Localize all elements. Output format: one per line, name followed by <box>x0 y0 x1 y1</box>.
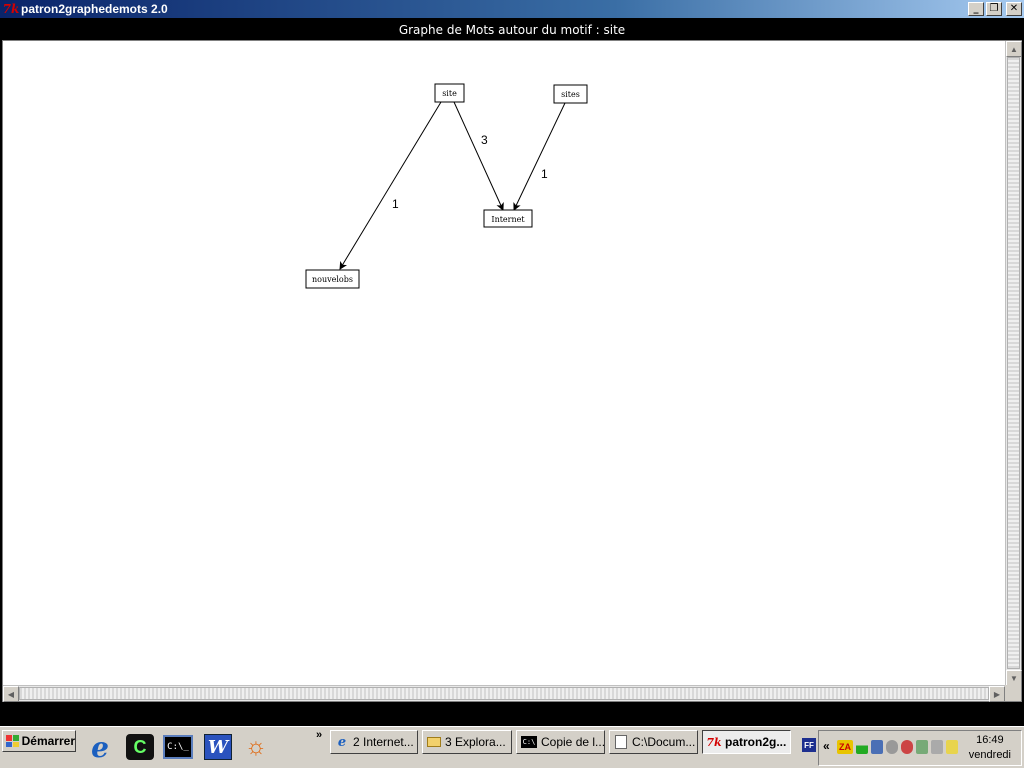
c-app-icon[interactable]: C <box>124 731 156 763</box>
node-site[interactable]: site <box>434 83 465 103</box>
maximize-button[interactable]: ❐ <box>986 2 1002 16</box>
zonealarm-icon[interactable]: ZA <box>837 740 853 754</box>
clock-time: 16:49 <box>976 734 1004 746</box>
windows-logo-icon <box>6 735 19 747</box>
edge-weight-label: 3 <box>481 133 488 147</box>
task-label: 3 Explora... <box>445 735 506 749</box>
graph-header: Graphe de Mots autour du motif : site <box>0 18 1024 40</box>
update-icon[interactable] <box>916 740 928 754</box>
pencil-icon[interactable] <box>946 740 958 754</box>
word-icon[interactable]: W <box>202 731 234 763</box>
graph-canvas[interactable]: 1 3 1 site sites Internet nouvelobs ▲ ▼ … <box>2 40 1022 702</box>
minimize-button[interactable]: _ <box>968 2 984 16</box>
task-label: Copie de l... <box>541 735 605 749</box>
tk-app-icon[interactable]: 7k <box>3 1 20 17</box>
scroll-left-icon[interactable]: ◀ <box>3 686 19 702</box>
folder-icon <box>427 735 441 749</box>
node-label: Internet <box>491 215 525 224</box>
ie-icon: e <box>337 734 347 750</box>
task-explorer[interactable]: 3 Explora... ▼ <box>422 730 512 754</box>
scroll-right-icon[interactable]: ▶ <box>989 686 1005 702</box>
network-icon[interactable] <box>871 740 883 754</box>
edge-sites-internet: 1 <box>513 102 566 211</box>
system-tray: « ZA 16:49 vendredi <box>818 730 1022 766</box>
scroll-up-icon[interactable]: ▲ <box>1006 41 1022 57</box>
vertical-scrollbar[interactable]: ▲ ▼ <box>1005 41 1022 686</box>
horizontal-scrollbar[interactable]: ◀ ▶ <box>3 685 1005 702</box>
clock[interactable]: 16:49 vendredi <box>969 733 1011 763</box>
chevron-down-icon: ▼ <box>510 739 511 746</box>
task-patron2g[interactable]: 7k patron2g... <box>702 730 791 754</box>
command-prompt-icon[interactable]: C:\_ <box>162 731 194 763</box>
window-title: patron2graphedemots 2.0 <box>21 2 168 16</box>
tray-expand-icon[interactable]: « <box>823 739 830 753</box>
task-label: patron2g... <box>725 735 787 749</box>
scroll-down-icon[interactable]: ▼ <box>1006 670 1022 686</box>
node-nouvelobs[interactable]: nouvelobs <box>305 269 360 289</box>
clock-day: vendredi <box>968 749 1011 761</box>
task-label: 2 Internet... <box>353 735 414 749</box>
quick-launch-more-icon[interactable]: » <box>316 729 322 741</box>
window-controls: _ ❐ ✕ <box>968 2 1022 16</box>
node-label: site <box>442 89 457 98</box>
start-label: Démarrer <box>21 734 75 748</box>
notepad-icon <box>614 735 628 749</box>
eye-app-icon[interactable]: ☼ <box>240 731 272 763</box>
signal-icon[interactable] <box>856 740 868 754</box>
internet-explorer-icon[interactable]: e <box>84 731 116 764</box>
start-button[interactable]: Démarrer <box>2 730 76 752</box>
node-label: nouvelobs <box>312 275 353 284</box>
task-documents[interactable]: C:\Docum... <box>609 730 698 754</box>
task-label: C:\Docum... <box>632 735 696 749</box>
tk-icon: 7k <box>706 735 722 749</box>
edge-site-nouvelobs: 1 <box>339 101 442 270</box>
horizontal-scroll-thumb[interactable] <box>19 687 989 700</box>
vertical-scroll-thumb[interactable] <box>1007 57 1020 669</box>
cmd-icon: C:\ <box>521 736 537 748</box>
ff-icon[interactable]: FF <box>802 738 816 752</box>
tray-icons: ZA <box>837 740 958 754</box>
volume-icon[interactable] <box>886 740 898 754</box>
taskbar: Démarrer e C C:\_ W ☼ » e 2 Internet... … <box>0 726 1024 768</box>
edge-weight-label: 1 <box>541 167 548 181</box>
node-sites[interactable]: sites <box>553 84 588 104</box>
usb-icon[interactable] <box>931 740 943 754</box>
scroll-corner <box>1005 685 1021 701</box>
edge-weight-label: 1 <box>392 197 399 211</box>
graph-svg: 1 3 1 site sites Internet nouvelobs <box>305 83 588 289</box>
task-internet[interactable]: e 2 Internet... ▼ <box>330 730 418 754</box>
task-cmd-copy[interactable]: C:\ Copie de l... <box>516 730 605 754</box>
edge-site-internet: 3 <box>453 101 504 211</box>
node-internet[interactable]: Internet <box>483 209 533 228</box>
close-button[interactable]: ✕ <box>1006 2 1022 16</box>
window-titlebar[interactable]: 7k patron2graphedemots 2.0 _ ❐ ✕ <box>0 0 1024 18</box>
security-icon[interactable] <box>901 740 913 754</box>
node-label: sites <box>561 90 580 99</box>
